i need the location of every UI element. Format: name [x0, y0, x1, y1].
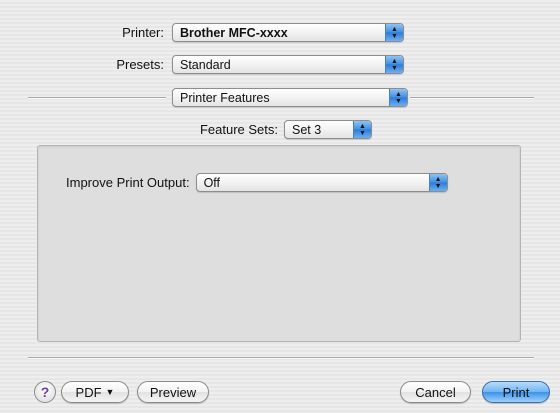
cancel-button-label: Cancel [415, 384, 456, 400]
presets-value: Standard [180, 57, 231, 72]
printer-popup[interactable]: Brother MFC-xxxx ▲ ▼ [172, 23, 404, 42]
panel-selector-value: Printer Features [180, 90, 270, 105]
updown-arrows-icon: ▲ ▼ [389, 89, 407, 106]
panel-selector-popup[interactable]: Printer Features ▲ ▼ [172, 88, 408, 107]
preview-button[interactable]: Preview [137, 381, 209, 403]
feature-sets-label: Feature Sets: [199, 122, 278, 137]
print-button[interactable]: Print [482, 381, 550, 403]
printer-label: Printer: [122, 25, 164, 40]
printer-value: Brother MFC-xxxx [180, 25, 288, 40]
updown-arrows-icon: ▲ ▼ [385, 24, 403, 41]
feature-sets-value: Set 3 [292, 122, 322, 137]
bottom-separator [28, 357, 534, 359]
cancel-button[interactable]: Cancel [400, 381, 471, 403]
feature-sets-row: Feature Sets: Set 3 ▲ ▼ [170, 120, 372, 139]
panel-selector-row: Printer Features ▲ ▼ [172, 88, 408, 107]
pdf-button[interactable]: PDF ▼ [61, 381, 129, 403]
preview-button-label: Preview [149, 384, 197, 400]
updown-arrows-icon: ▲ ▼ [353, 121, 371, 138]
separator-right [410, 97, 534, 99]
feature-sets-popup[interactable]: Set 3 ▲ ▼ [284, 120, 372, 139]
triangle-down-icon: ▼ [105, 387, 115, 397]
printer-row: Printer: Brother MFC-xxxx ▲ ▼ [40, 23, 404, 42]
improve-print-output-popup[interactable]: Off ▲ ▼ [195, 173, 448, 192]
help-button[interactable]: ? [34, 381, 56, 403]
updown-arrows-icon: ▲ ▼ [385, 56, 403, 73]
improve-print-output-row: Improve Print Output: Off ▲ ▼ [66, 173, 448, 192]
improve-print-output-value: Off [203, 175, 221, 190]
print-button-label: Print [502, 384, 530, 400]
pdf-button-label: PDF [75, 384, 102, 400]
question-mark-icon: ? [40, 384, 50, 400]
presets-popup[interactable]: Standard ▲ ▼ [172, 55, 404, 74]
presets-row: Presets: Standard ▲ ▼ [40, 55, 404, 74]
separator-left [28, 97, 166, 99]
presets-label: Presets: [116, 57, 164, 72]
updown-arrows-icon: ▲ ▼ [428, 174, 447, 191]
improve-print-output-label: Improve Print Output: [66, 175, 190, 190]
